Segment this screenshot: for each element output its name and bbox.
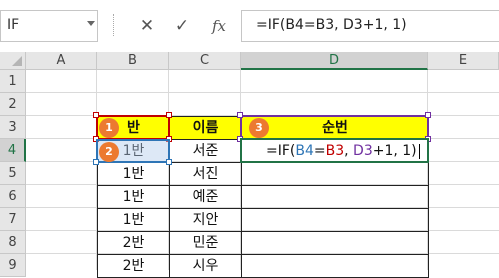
enter-icon[interactable]: ✓ [169, 10, 195, 42]
select-all-corner[interactable] [0, 52, 26, 70]
cell-c4[interactable]: 서준 [169, 139, 242, 163]
name-box-value: IF [7, 17, 20, 33]
reference-handle[interactable] [166, 159, 172, 165]
cell-b6-text: 1반 [122, 189, 145, 205]
corner-triangle-icon [12, 56, 22, 66]
reference-handle[interactable] [93, 159, 99, 165]
cell-c8-text: 민준 [192, 235, 219, 251]
formula-separator: , [344, 143, 354, 159]
formula-prefix: =IF( [266, 143, 296, 159]
reference-handle[interactable] [237, 112, 243, 118]
formula-input[interactable]: =IF(B4=B3, D3+1, 1) [241, 10, 499, 42]
reference-handle[interactable] [425, 112, 431, 118]
column-header-d[interactable]: D [241, 52, 428, 70]
cell-b5[interactable]: 1반 [97, 162, 170, 186]
row-header-2[interactable]: 2 [0, 93, 26, 116]
step-badge-2: 2 [99, 142, 119, 162]
cell-c8[interactable]: 민준 [169, 231, 242, 255]
formula-bar: IF ✕ ✓ fx =IF(B4=B3, D3+1, 1) [0, 0, 499, 52]
row-header-1[interactable]: 1 [0, 70, 26, 93]
insert-function-icon[interactable]: fx [206, 10, 232, 42]
text-cursor [418, 143, 420, 159]
row-header-7[interactable]: 7 [0, 208, 26, 231]
cancel-icon[interactable]: ✕ [134, 10, 160, 42]
formula-suffix: +1, 1) [372, 143, 417, 159]
cell-b7[interactable]: 1반 [97, 208, 170, 232]
formula-bar-separator [113, 14, 116, 36]
spreadsheet-grid: A B C D E 1 2 3 4 5 6 7 8 9 반 이름 순번 1반 서… [0, 52, 499, 278]
column-header-e[interactable]: E [428, 52, 499, 70]
cell-b7-text: 1반 [122, 212, 145, 228]
formula-ref-b3: B3 [325, 143, 345, 159]
cell-b9-text: 2반 [122, 258, 145, 274]
cell-d5[interactable] [241, 162, 429, 186]
cell-b9[interactable]: 2반 [97, 254, 170, 278]
cell-d4-formula[interactable]: =IF(B4=B3, D3+1, 1) [266, 141, 420, 161]
cell-c7[interactable]: 지안 [169, 208, 242, 232]
cell-c6-text: 예준 [192, 189, 219, 205]
row-header-3[interactable]: 3 [0, 116, 26, 139]
active-cell-d4[interactable]: =IF(B4=B3, D3+1, 1) [240, 138, 429, 163]
row-header-6[interactable]: 6 [0, 185, 26, 208]
gridline [26, 92, 499, 93]
cell-c5[interactable]: 서진 [169, 162, 242, 186]
formula-ref-d3: D3 [353, 143, 373, 159]
cell-d8[interactable] [241, 231, 429, 255]
row-header-8[interactable]: 8 [0, 231, 26, 254]
cell-c3[interactable]: 이름 [169, 116, 242, 140]
reference-handle[interactable] [166, 112, 172, 118]
formula-equals: = [313, 143, 326, 159]
cell-d6[interactable] [241, 185, 429, 209]
step-badge-3: 3 [249, 118, 269, 138]
cell-c9[interactable]: 시우 [169, 254, 242, 278]
formula-ref-b4: B4 [295, 143, 314, 159]
row-header-9[interactable]: 9 [0, 254, 26, 277]
cell-c9-text: 시우 [192, 258, 219, 274]
name-box[interactable]: IF [0, 10, 98, 42]
step-badge-1: 1 [99, 118, 119, 138]
reference-handle[interactable] [93, 112, 99, 118]
cell-b5-text: 1반 [122, 166, 145, 182]
cell-b8-text: 2반 [122, 235, 145, 251]
cell-c5-text: 서진 [192, 166, 219, 182]
formula-text: =IF(B4=B3, D3+1, 1) [256, 17, 407, 33]
name-box-dropdown-icon[interactable] [87, 21, 95, 26]
row-header-4[interactable]: 4 [0, 139, 26, 162]
column-header-b[interactable]: B [97, 52, 169, 70]
cell-c4-text: 서준 [192, 143, 219, 159]
cell-b8[interactable]: 2반 [97, 231, 170, 255]
cell-b6[interactable]: 1반 [97, 185, 170, 209]
cell-c6[interactable]: 예준 [169, 185, 242, 209]
cell-c3-text: 이름 [192, 120, 219, 136]
cell-d7[interactable] [241, 208, 429, 232]
row-header-5[interactable]: 5 [0, 162, 26, 185]
column-header-c[interactable]: C [169, 52, 241, 70]
cell-d9[interactable] [241, 254, 429, 278]
cell-c7-text: 지안 [192, 212, 219, 228]
column-header-a[interactable]: A [26, 52, 97, 70]
